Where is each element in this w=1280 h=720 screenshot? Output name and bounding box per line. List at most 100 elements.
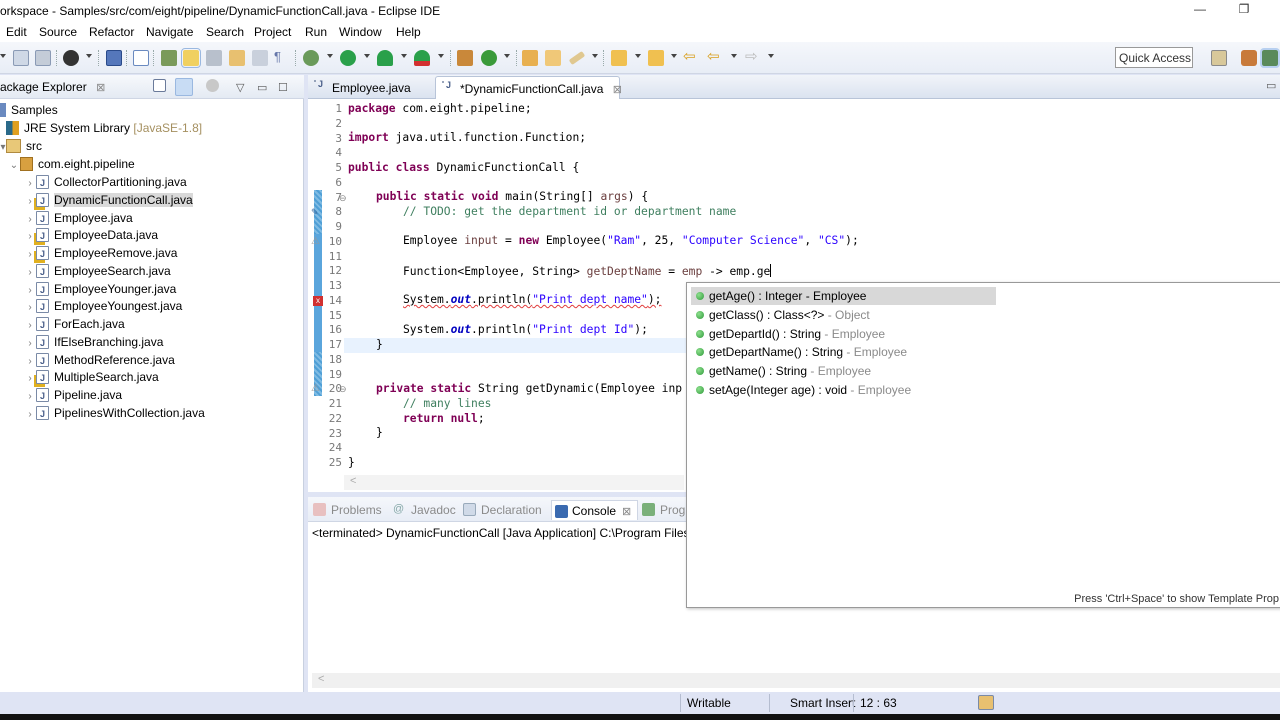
tree-item-java-file[interactable]: ›EmployeeData.java xyxy=(24,226,158,245)
tree-item-project[interactable]: Samples xyxy=(0,101,58,119)
minimize-button[interactable]: — xyxy=(1188,2,1212,20)
open-perspective-icon[interactable] xyxy=(1211,50,1227,66)
minimize-view-icon[interactable]: ▭ xyxy=(257,81,267,94)
content-assist-item[interactable]: setAge(Integer age) : void - Employee xyxy=(691,381,996,399)
open-type-icon[interactable] xyxy=(522,50,538,66)
save-icon[interactable] xyxy=(13,50,29,66)
menu-edit[interactable]: Edit xyxy=(6,25,27,39)
prev-annotation-icon[interactable] xyxy=(648,50,664,66)
profile-icon[interactable] xyxy=(63,50,79,66)
quick-access-input[interactable]: Quick Access xyxy=(1115,47,1193,68)
dropdown-arrow-icon[interactable] xyxy=(401,54,407,58)
tree-item-src[interactable]: ▾ src xyxy=(0,137,42,155)
tab-problems[interactable]: Problems xyxy=(313,503,382,517)
collapse-all-icon[interactable] xyxy=(153,79,166,92)
block-selection-icon[interactable] xyxy=(229,50,245,66)
tree-item-java-file[interactable]: ›EmployeeSearch.java xyxy=(24,262,170,281)
content-assist-item[interactable]: getDepartName() : String - Employee xyxy=(691,343,996,361)
view-menu-icon[interactable]: ▽ xyxy=(236,81,244,94)
last-edit-icon[interactable]: ⇦ xyxy=(683,47,699,65)
editor-horizontal-scrollbar[interactable]: < xyxy=(344,475,684,490)
open-task-icon[interactable] xyxy=(545,50,561,66)
scroll-left-icon[interactable]: < xyxy=(318,673,324,685)
dropdown-arrow-icon[interactable] xyxy=(86,54,92,58)
console-horizontal-scrollbar[interactable]: < xyxy=(312,673,1280,688)
tree-item-java-file[interactable]: ›MethodReference.java xyxy=(24,351,174,370)
close-icon[interactable]: ⊠ xyxy=(96,81,105,94)
run-external-tool-icon[interactable] xyxy=(414,50,430,66)
tree-item-java-file[interactable]: ›EmployeeRemove.java xyxy=(24,244,177,263)
tree-item-java-file[interactable]: ›ForEach.java xyxy=(24,315,124,334)
warning-marker-icon[interactable]: ⚠ xyxy=(311,383,320,394)
tab-console[interactable]: Console ⊠ xyxy=(551,500,639,522)
tree-item-java-file[interactable]: ›EmployeeYounger.java xyxy=(24,280,176,299)
content-assist-item[interactable]: getName() : String - Employee xyxy=(691,362,996,380)
dropdown-arrow-icon[interactable] xyxy=(731,54,737,58)
content-assist-item[interactable]: getDepartId() : String - Employee xyxy=(691,325,996,343)
run-coverage-icon[interactable] xyxy=(377,50,393,66)
tree-item-java-file[interactable]: › PipelinesWithCollection.java xyxy=(24,404,204,424)
tree-item-java-file[interactable]: ›CollectorPartitioning.java xyxy=(24,173,186,192)
dropdown-arrow-icon[interactable] xyxy=(504,54,510,58)
next-annotation-icon[interactable] xyxy=(611,50,627,66)
dropdown-arrow-icon[interactable] xyxy=(327,54,333,58)
close-tab-icon[interactable]: ⊠ xyxy=(622,502,631,522)
content-assist-item[interactable]: getAge() : Integer - Employee xyxy=(691,287,996,305)
debug-icon[interactable] xyxy=(303,50,319,66)
forward-icon[interactable]: ⇨ xyxy=(745,47,761,65)
menu-navigate[interactable]: Navigate xyxy=(146,25,193,39)
maximize-view-icon[interactable]: ☐ xyxy=(278,81,288,94)
chevron-right-icon[interactable]: › xyxy=(24,406,36,424)
tree-item-package[interactable]: ⌄ com.eight.pipeline xyxy=(8,155,135,173)
background-task-icon[interactable] xyxy=(978,695,994,710)
show-whitespace-block-icon[interactable] xyxy=(252,50,268,66)
menu-search[interactable]: Search xyxy=(206,25,244,39)
tree-item-java-file[interactable]: ›Employee.java xyxy=(24,209,132,228)
skip-breakpoints-icon[interactable] xyxy=(133,50,149,66)
new-class-icon[interactable] xyxy=(481,50,497,66)
menu-help[interactable]: Help xyxy=(396,25,421,39)
tree-item-java-file[interactable]: ›DynamicFunctionCall.java xyxy=(24,191,193,210)
tab-dynamic-function-call[interactable]: *DynamicFunctionCall.java ⊠ xyxy=(435,76,622,99)
tree-item-java-file[interactable]: ›MultipleSearch.java xyxy=(24,368,158,387)
save-all-icon[interactable] xyxy=(35,50,51,66)
back-icon[interactable]: ⇦ xyxy=(707,47,723,65)
show-whitespace-icon[interactable]: ¶ xyxy=(274,49,290,65)
run-icon[interactable] xyxy=(340,50,356,66)
menu-window[interactable]: Window xyxy=(339,25,382,39)
scroll-left-icon[interactable]: < xyxy=(350,475,356,487)
menu-project[interactable]: Project xyxy=(254,25,291,39)
tree-item-java-file[interactable]: ›EmployeeYoungest.java xyxy=(24,297,182,316)
dropdown-arrow-icon[interactable] xyxy=(0,54,6,58)
tab-declaration[interactable]: Declaration xyxy=(463,503,542,517)
tab-javadoc[interactable]: @ Javadoc xyxy=(393,503,456,517)
link-with-editor-icon[interactable] xyxy=(175,78,193,96)
dropdown-arrow-icon[interactable] xyxy=(671,54,677,58)
tab-employee-java[interactable]: Employee.java xyxy=(308,76,417,99)
java-ee-perspective-icon[interactable] xyxy=(1241,50,1257,66)
pen-icon[interactable] xyxy=(568,50,586,66)
occurrences-icon[interactable] xyxy=(206,50,222,66)
pin-icon[interactable] xyxy=(161,50,177,66)
tree-item-java-file[interactable]: ›IfElseBranching.java xyxy=(24,333,163,352)
menu-refactor[interactable]: Refactor xyxy=(89,25,134,39)
dropdown-arrow-icon[interactable] xyxy=(364,54,370,58)
content-assist-item[interactable]: getClass() : Class<?> - Object xyxy=(691,306,996,324)
highlight-icon[interactable] xyxy=(181,48,201,68)
minimize-editor-icon[interactable]: ▭ xyxy=(1266,79,1276,92)
dropdown-arrow-icon[interactable] xyxy=(438,54,444,58)
dropdown-arrow-icon[interactable] xyxy=(592,54,598,58)
task-marker-icon[interactable]: ✎ xyxy=(311,207,319,218)
focus-active-task-icon[interactable] xyxy=(206,79,219,92)
dropdown-arrow-icon[interactable] xyxy=(635,54,641,58)
restore-button[interactable]: ❐ xyxy=(1232,2,1256,20)
menu-source[interactable]: Source xyxy=(39,25,77,39)
tree-item-java-file[interactable]: ›Pipeline.java xyxy=(24,386,122,405)
tree-item-jre-library[interactable]: JRE System Library [JavaSE-1.8] xyxy=(6,119,202,137)
tab-progress[interactable]: Prog xyxy=(642,503,685,517)
package-explorer-tab[interactable]: ackage Explorer ⊠ xyxy=(0,80,105,94)
chevron-down-icon[interactable]: ⌄ xyxy=(8,157,20,175)
menu-run[interactable]: Run xyxy=(305,25,327,39)
terminal-icon[interactable] xyxy=(106,50,122,66)
new-package-icon[interactable] xyxy=(457,50,473,66)
